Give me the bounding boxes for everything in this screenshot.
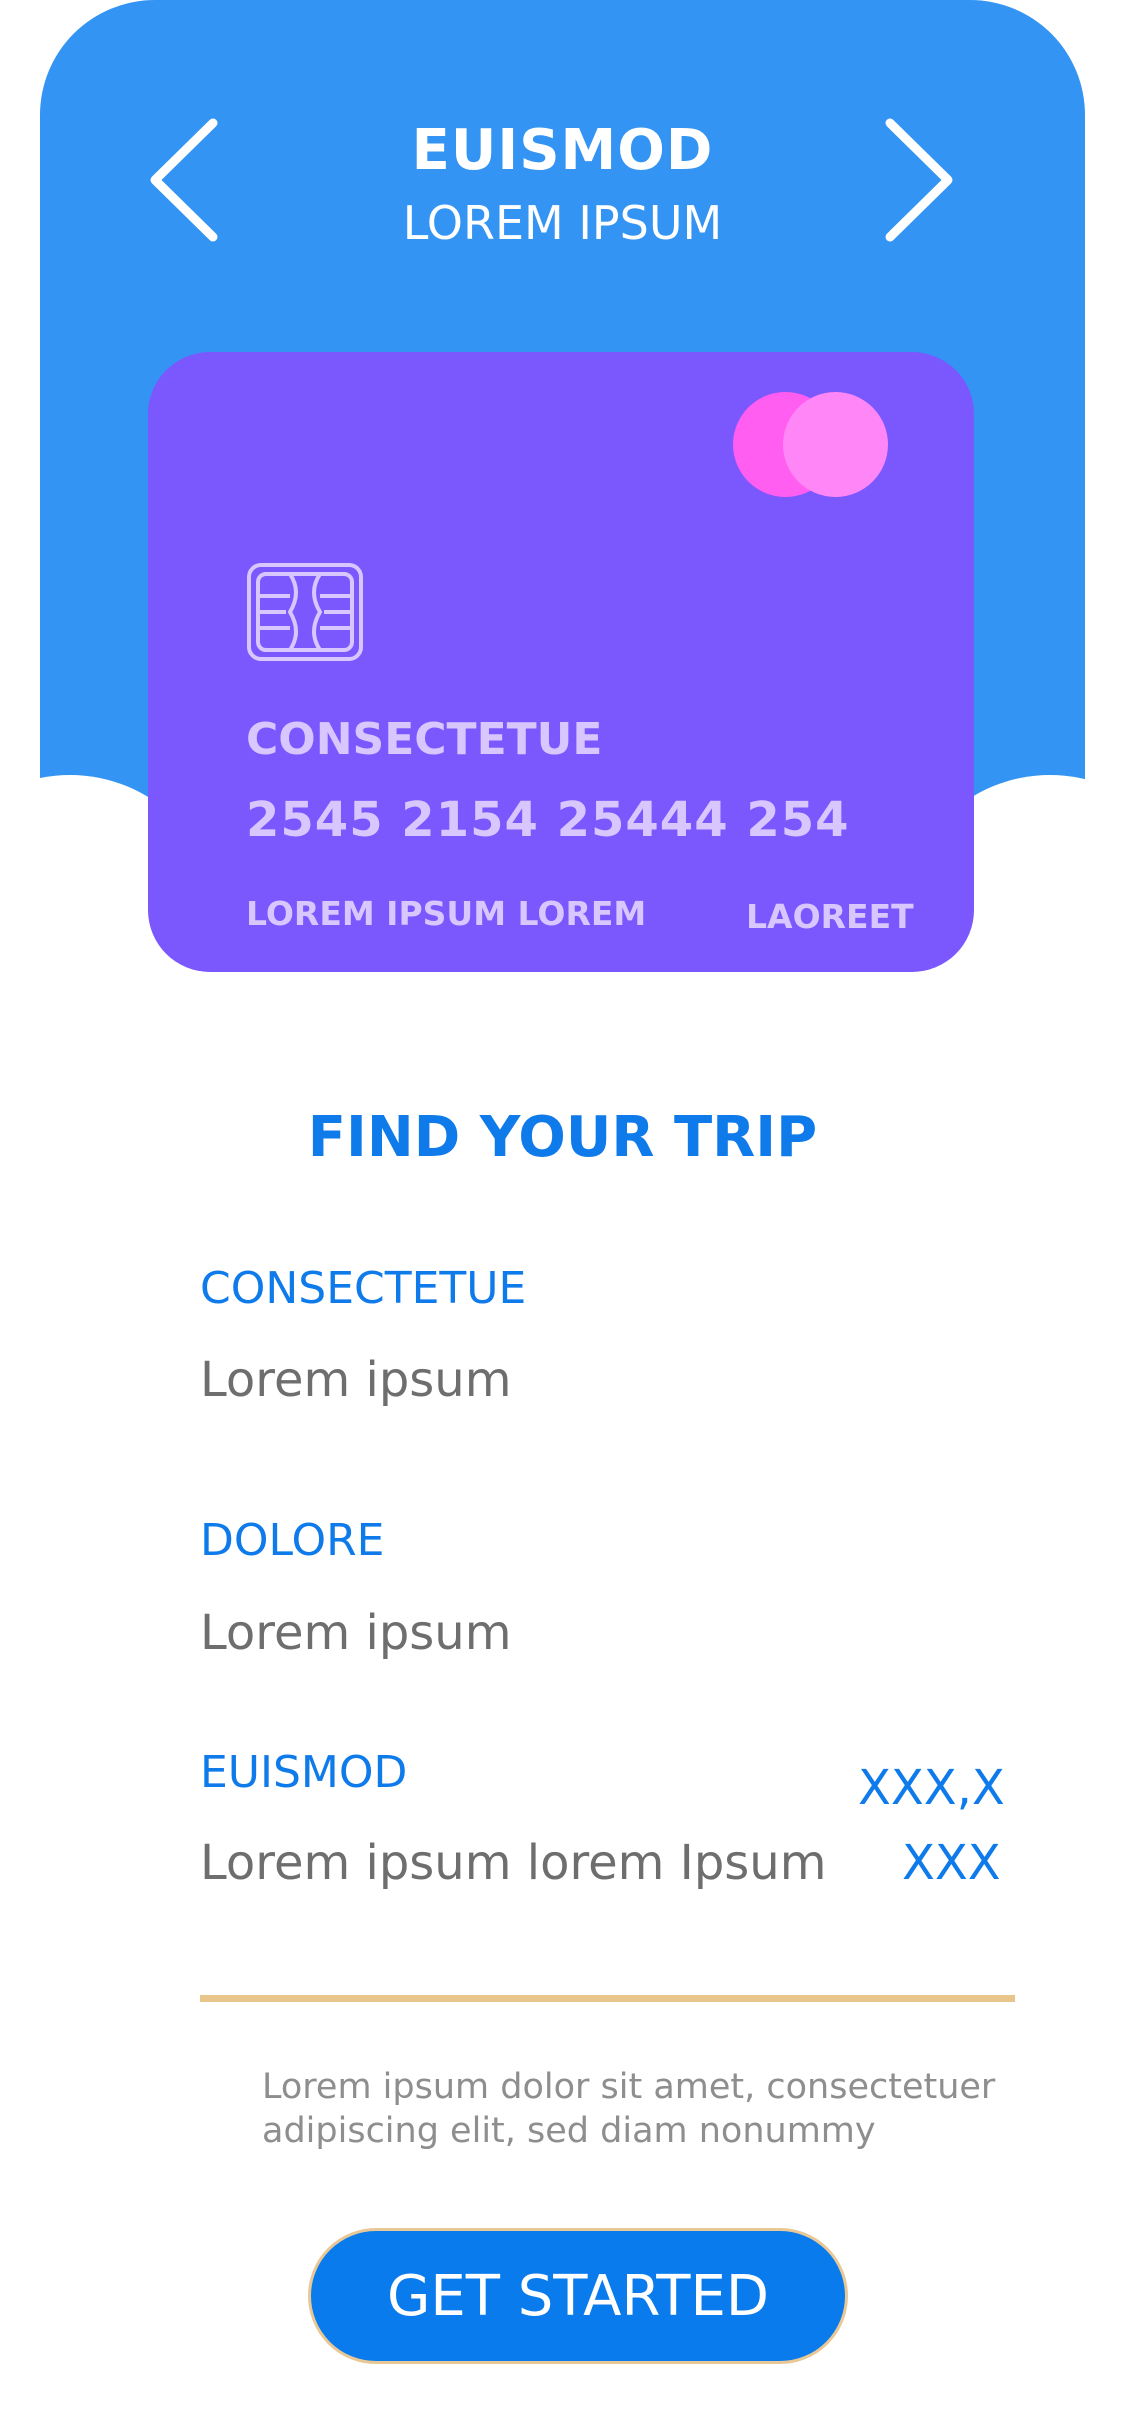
footnote-text: Lorem ipsum dolor sit amet, consectetuer… (262, 2067, 996, 2151)
header-subtitle: LOREM IPSUM (402, 196, 723, 250)
header-title: EUISMOD (411, 118, 714, 183)
card-expiry: LAOREET (746, 897, 914, 936)
get-started-button[interactable]: GET STARTED (308, 2228, 848, 2364)
field-label-euismod: EUISMOD (200, 1747, 408, 1798)
field-value-euismod[interactable]: Lorem ipsum lorem Ipsum (200, 1835, 826, 1891)
card-chip-icon (246, 562, 364, 662)
card-label: CONSECTETUE (246, 714, 603, 765)
section-title: FIND YOUR TRIP (307, 1105, 818, 1170)
card-brand-logo-icon (733, 392, 903, 507)
field-label-consectetue: CONSECTETUE (200, 1263, 527, 1314)
card-number: 2545 2154 25444 254 (246, 792, 850, 848)
price-bottom: XXX (902, 1835, 1001, 1891)
field-value-consectetue[interactable]: Lorem ipsum (200, 1352, 511, 1408)
price-top: XXX,X (858, 1760, 1005, 1816)
field-label-dolore: DOLORE (200, 1515, 385, 1566)
field-value-dolore[interactable]: Lorem ipsum (200, 1605, 511, 1661)
divider (200, 1995, 1015, 2002)
card-holder-name: LOREM IPSUM LOREM (246, 894, 647, 933)
credit-card[interactable]: CONSECTETUE 2545 2154 25444 254 LOREM IP… (148, 352, 974, 972)
onboarding-screen: EUISMOD LOREM IPSUM CONSECTETUE 2545 215… (0, 0, 1125, 2436)
